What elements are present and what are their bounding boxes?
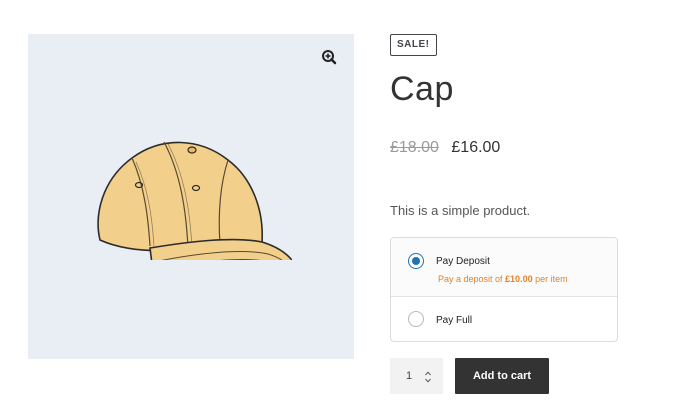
product-title: Cap	[390, 70, 454, 108]
sale-price: £16.00	[451, 139, 501, 156]
stepper-icon[interactable]	[425, 370, 431, 383]
quantity-value[interactable]: 1	[406, 370, 412, 382]
deposit-note-prefix: Pay a deposit of	[438, 274, 506, 284]
product-price: £18.00 £16.00	[390, 138, 500, 158]
deposit-amount: £10.00	[505, 274, 533, 284]
pay-full-radio[interactable]	[408, 311, 424, 327]
product-image[interactable]	[92, 130, 292, 260]
deposit-options: Pay Deposit Pay a deposit of £10.00 per …	[390, 237, 618, 342]
pay-deposit-label: Pay Deposit	[436, 256, 490, 267]
zoom-in-icon[interactable]	[320, 48, 340, 68]
add-to-cart-button[interactable]: Add to cart	[455, 358, 549, 394]
product-gallery	[28, 34, 354, 359]
deposit-note-suffix: per item	[532, 274, 568, 284]
regular-price: £18.00	[390, 139, 439, 156]
pay-deposit-radio[interactable]	[408, 253, 424, 269]
sale-badge: SALE!	[390, 34, 437, 56]
quantity-stepper[interactable]: 1	[390, 358, 443, 394]
deposit-note: Pay a deposit of £10.00 per item	[438, 274, 568, 284]
short-description: This is a simple product.	[390, 203, 531, 218]
pay-deposit-option[interactable]: Pay Deposit Pay a deposit of £10.00 per …	[391, 238, 617, 297]
pay-full-label: Pay Full	[436, 315, 473, 326]
pay-full-option[interactable]: Pay Full	[391, 297, 617, 341]
